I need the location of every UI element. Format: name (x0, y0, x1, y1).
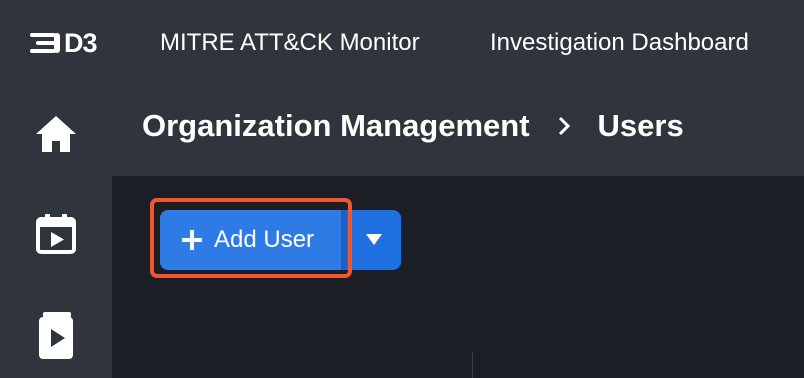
add-user-dropdown-button[interactable] (347, 210, 401, 270)
calendar-play-icon (36, 214, 76, 254)
breadcrumb: Organization Management Users (142, 104, 684, 148)
column-divider (472, 352, 473, 378)
highlight-box (150, 198, 352, 278)
sidebar (0, 84, 112, 378)
caret-down-icon (366, 234, 382, 245)
sidebar-item-playbooks[interactable] (30, 310, 82, 362)
chevron-right-icon (558, 116, 570, 136)
nav-mitre-attack-monitor[interactable]: MITRE ATT&CK Monitor (160, 24, 420, 62)
logo-stripes-icon (30, 33, 60, 53)
breadcrumb-organization-management[interactable]: Organization Management (142, 108, 530, 144)
sidebar-item-home[interactable] (30, 108, 82, 160)
breadcrumb-users: Users (597, 108, 684, 143)
logo-text: D3 (64, 28, 98, 58)
top-nav-bar: D3 MITRE ATT&CK Monitor Investigation Da… (0, 0, 804, 84)
page-header: Organization Management Users (112, 84, 804, 176)
nav-investigation-dashboard[interactable]: Investigation Dashboard (490, 24, 749, 62)
sidebar-item-schedule[interactable] (30, 208, 82, 260)
home-icon (36, 116, 76, 152)
playbook-icon (39, 312, 73, 359)
d3-logo[interactable]: D3 (30, 28, 98, 58)
